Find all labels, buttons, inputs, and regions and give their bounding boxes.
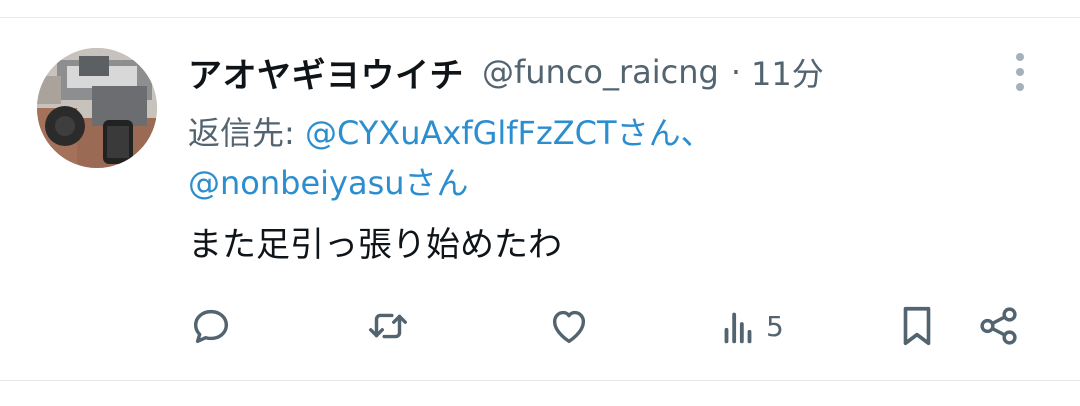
views-icon [724, 312, 752, 344]
views-button[interactable]: 5 [718, 298, 784, 354]
avatar[interactable] [37, 48, 157, 168]
bottom-divider [0, 380, 1080, 381]
more-vertical-icon [1016, 53, 1024, 61]
reply-mention-2[interactable]: @nonbeiyasu [188, 164, 405, 202]
like-button[interactable] [546, 298, 592, 354]
reply-button[interactable] [188, 298, 234, 354]
retweet-icon [369, 313, 407, 339]
user-handle[interactable]: @funco_raicng [482, 53, 719, 91]
bookmark-icon [903, 306, 931, 346]
display-name[interactable]: アオヤギヨウイチ [188, 48, 464, 97]
retweet-button[interactable] [364, 298, 412, 354]
heart-icon [552, 310, 586, 344]
tweet-header: アオヤギヨウイチ @funco_raicng · 11分 [188, 48, 824, 97]
reply-mention-1-suffix: さん、 [616, 114, 713, 152]
reply-mention-1[interactable]: @CYXuAxfGlfFzZCT [305, 114, 617, 152]
views-count: 5 [766, 309, 784, 343]
reply-prefix: 返信先: [188, 114, 305, 152]
top-divider [0, 17, 1080, 18]
bookmark-button[interactable] [896, 298, 938, 354]
timestamp[interactable]: 11分 [751, 49, 824, 95]
share-icon [980, 307, 1017, 345]
share-button[interactable] [976, 298, 1022, 354]
action-bar: 5 [0, 298, 1080, 354]
reply-mention-2-suffix: さん [404, 164, 469, 202]
separator-dot: · [730, 53, 742, 91]
reply-icon [193, 309, 229, 344]
reply-context: 返信先: @CYXuAxfGlfFzZCTさん、 @nonbeiyasuさん [188, 108, 888, 208]
more-options-button[interactable] [1004, 52, 1036, 92]
tweet-text: また足引っ張り始めたわ [188, 225, 562, 265]
